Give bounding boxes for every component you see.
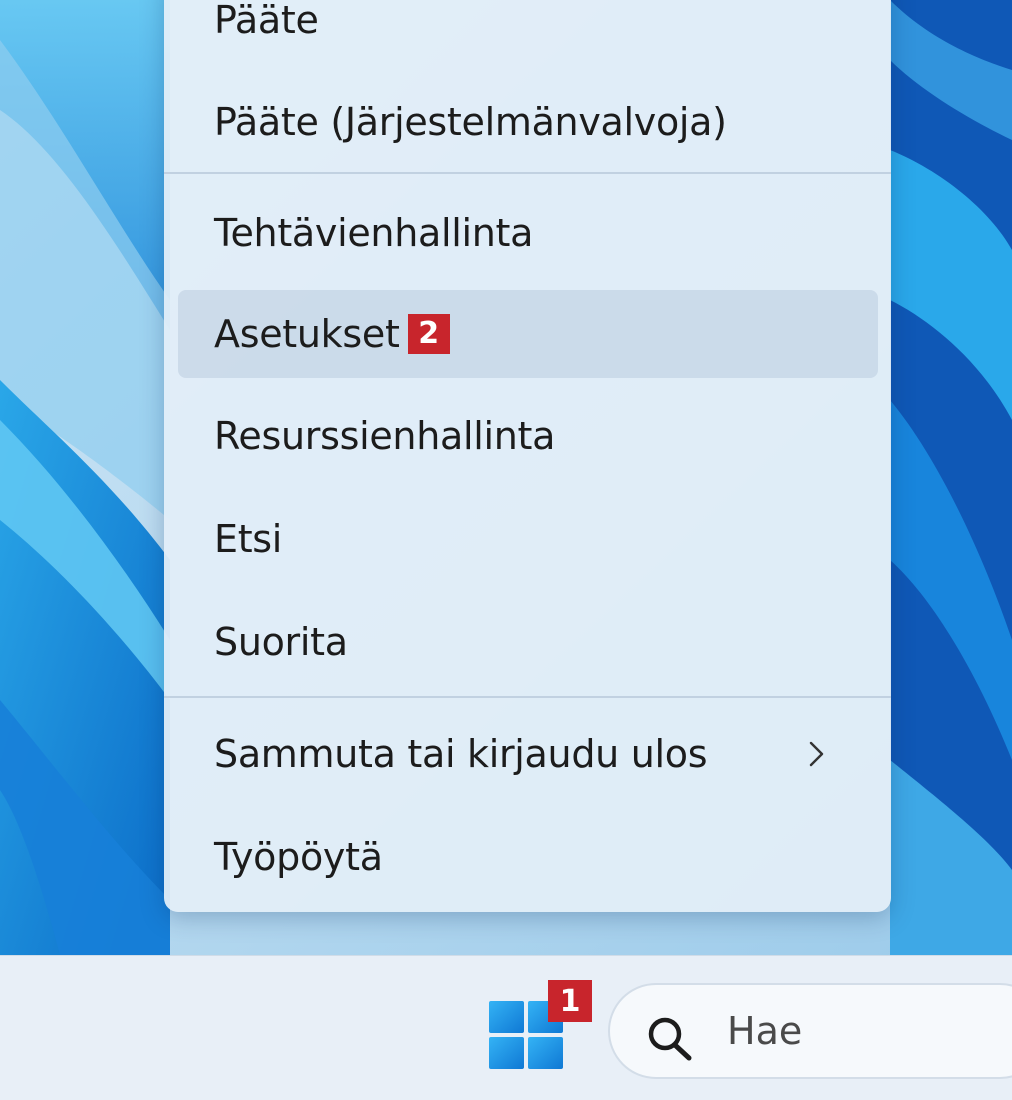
menu-item-label: Pääte (Järjestelmänvalvoja) (214, 100, 727, 144)
desktop: Pääte Pääte (Järjestelmänvalvoja) Tehtäv… (0, 0, 1012, 1100)
menu-item-run[interactable]: Suorita (178, 598, 878, 686)
menu-separator (164, 696, 891, 698)
menu-item-shutdown-signout[interactable]: Sammuta tai kirjaudu ulos (178, 710, 878, 798)
menu-item-label: Sammuta tai kirjaudu ulos (214, 732, 708, 776)
taskbar-search-box[interactable]: Hae (608, 983, 1012, 1079)
search-placeholder: Hae (727, 1009, 803, 1053)
menu-separator (164, 172, 891, 174)
search-icon (648, 1017, 692, 1061)
menu-item-label: Etsi (214, 517, 283, 561)
menu-item-search[interactable]: Etsi (178, 495, 878, 583)
menu-item-label: Asetukset (214, 312, 400, 356)
menu-item-label: Työpöytä (214, 835, 383, 879)
menu-item-label: Suorita (214, 620, 348, 664)
menu-item-terminal[interactable]: Pääte (178, 0, 878, 64)
menu-item-terminal-admin[interactable]: Pääte (Järjestelmänvalvoja) (178, 78, 878, 166)
menu-item-label: Tehtävienhallinta (214, 211, 534, 255)
menu-item-file-explorer[interactable]: Resurssienhallinta (178, 392, 878, 480)
step-badge-2: 2 (407, 314, 450, 354)
menu-item-label: Resurssienhallinta (214, 414, 556, 458)
context-menu: Pääte Pääte (Järjestelmänvalvoja) Tehtäv… (164, 0, 891, 912)
menu-item-label: Pääte (214, 0, 319, 42)
menu-item-desktop[interactable]: Työpöytä (178, 813, 878, 901)
chevron-right-icon (809, 741, 824, 767)
step-badge-1: 1 (548, 980, 592, 1022)
menu-item-task-manager[interactable]: Tehtävienhallinta (178, 189, 878, 277)
menu-item-settings[interactable]: Asetukset 2 (178, 290, 878, 378)
